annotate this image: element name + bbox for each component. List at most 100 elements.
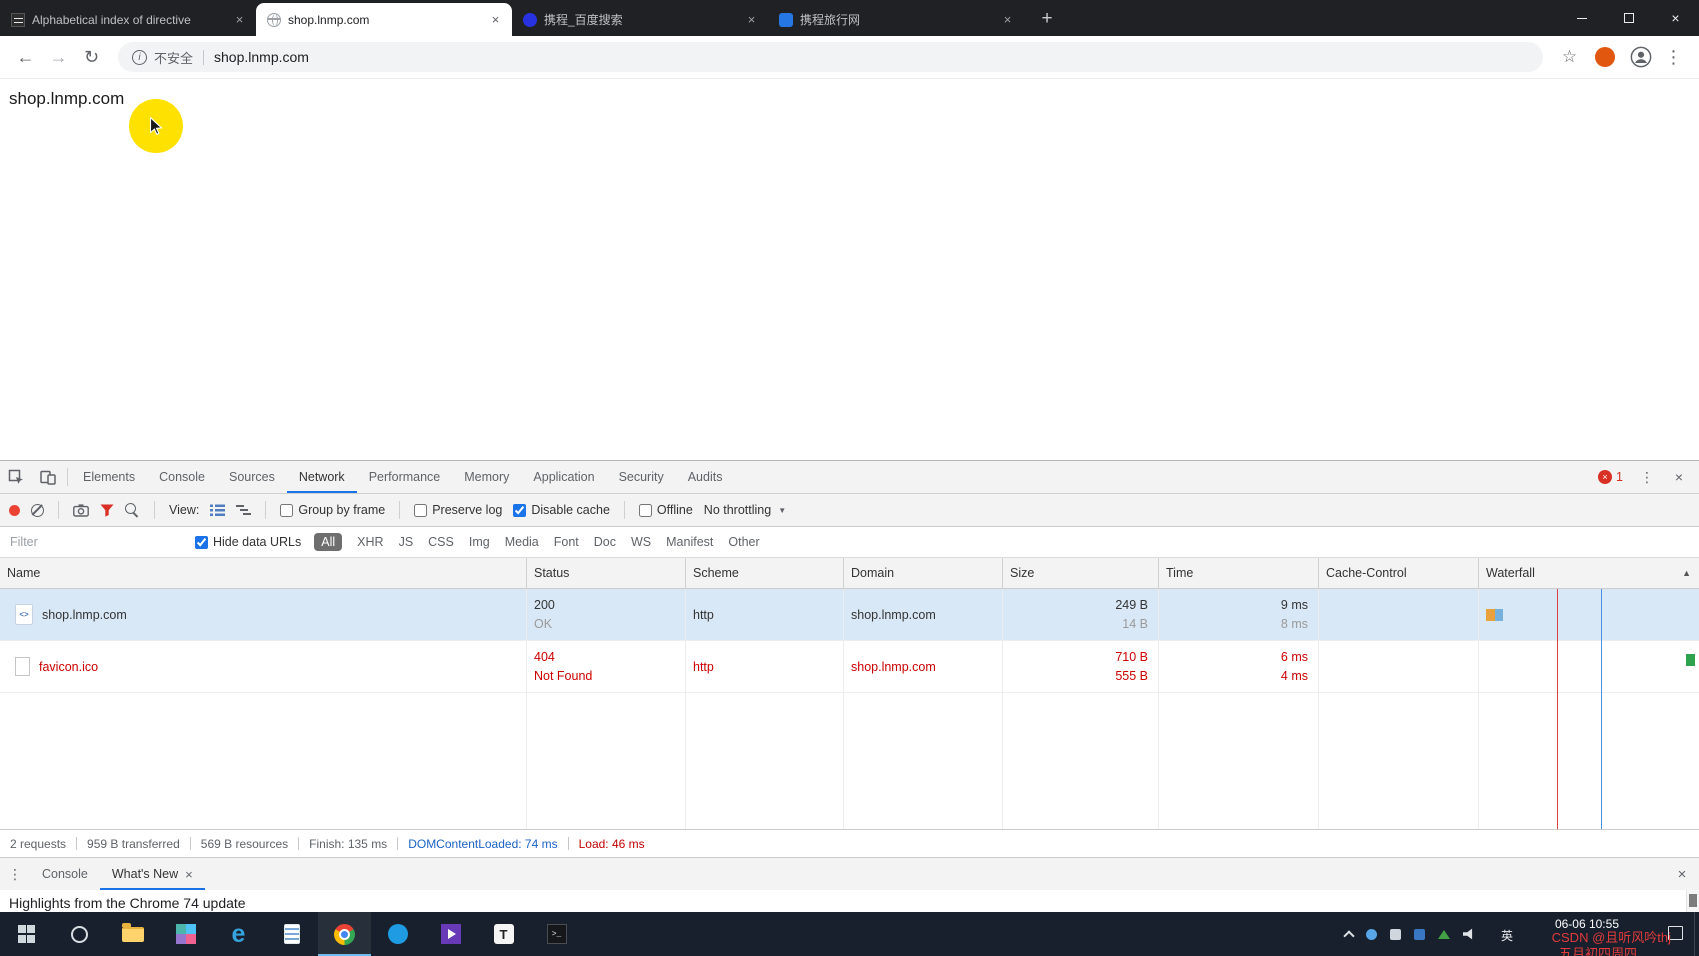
filter-type-doc[interactable]: Doc [594,535,616,549]
filter-type-media[interactable]: Media [505,535,539,549]
drawer-tab-console[interactable]: Console [30,858,100,890]
browser-tab-3[interactable]: 携程_百度搜索 × [512,3,768,36]
column-header-status[interactable]: Status [527,558,686,588]
preserve-log-option[interactable]: Preserve log [414,503,502,517]
inspect-element-icon[interactable] [0,461,32,493]
tray-upload-icon[interactable] [1438,930,1450,939]
tray-app-icon[interactable] [1366,929,1377,940]
tab-close-icon[interactable]: × [743,11,760,28]
browser-tab-4[interactable]: 携程旅行网 × [768,3,1024,36]
column-header-waterfall[interactable]: Waterfall ▲ [1479,558,1699,588]
screenshot-capture-icon[interactable] [73,504,89,517]
cortana-search-button[interactable] [53,912,106,956]
devtools-tab-audits[interactable]: Audits [676,461,735,493]
devtools-tab-performance[interactable]: Performance [357,461,453,493]
column-header-size[interactable]: Size [1003,558,1159,588]
forward-button[interactable]: → [42,41,75,74]
reload-button[interactable]: ↻ [75,41,108,74]
app-photos-button[interactable] [159,912,212,956]
column-header-name[interactable]: Name [0,558,527,588]
filter-type-img[interactable]: Img [469,535,490,549]
devtools-tab-elements[interactable]: Elements [71,461,147,493]
address-bar[interactable]: i 不安全 shop.lnmp.com [118,42,1543,72]
devtools-tab-application[interactable]: Application [521,461,606,493]
device-toolbar-icon[interactable] [32,461,64,493]
filter-type-font[interactable]: Font [554,535,579,549]
whats-new-close-icon[interactable]: × [185,867,193,882]
drawer-close-icon[interactable]: × [1665,858,1699,890]
filter-type-css[interactable]: CSS [428,535,454,549]
app-docs-button[interactable] [265,912,318,956]
filter-type-other[interactable]: Other [728,535,759,549]
throttling-select[interactable]: No throttling ▼ [704,503,786,517]
filter-type-all[interactable]: All [314,533,342,551]
window-minimize-button[interactable] [1558,0,1605,36]
file-explorer-button[interactable] [106,912,159,956]
extension-avatar-icon[interactable] [1595,47,1615,67]
filter-input[interactable] [0,535,182,549]
tray-app-icon[interactable] [1414,929,1425,940]
window-close-button[interactable]: × [1652,0,1699,36]
disable-cache-option[interactable]: Disable cache [513,503,610,517]
scrollbar[interactable] [1686,890,1699,912]
bookmark-star-icon[interactable]: ☆ [1553,41,1586,74]
drawer-menu-icon[interactable]: ⋮ [0,858,30,890]
new-tab-button[interactable]: + [1033,5,1061,33]
error-badge[interactable]: × 1 [1598,470,1623,484]
offline-checkbox[interactable] [639,504,652,517]
column-header-domain[interactable]: Domain [844,558,1003,588]
tray-expand-icon[interactable] [1343,930,1354,941]
preserve-log-checkbox[interactable] [414,504,427,517]
group-by-frame-option[interactable]: Group by frame [280,503,385,517]
start-button[interactable] [0,912,53,956]
tab-close-icon[interactable]: × [999,11,1016,28]
window-maximize-button[interactable] [1605,0,1652,36]
clear-button[interactable] [31,504,44,517]
column-header-cache-control[interactable]: Cache-Control [1319,558,1479,588]
app-edge-beta-button[interactable] [371,912,424,956]
devtools-tab-security[interactable]: Security [607,461,676,493]
filter-type-manifest[interactable]: Manifest [666,535,713,549]
network-request-row[interactable]: <> shop.lnmp.com 200 OK http shop.lnmp.c… [0,589,1699,641]
back-button[interactable]: ← [9,41,42,74]
profile-icon[interactable] [1624,41,1657,74]
devtools-tab-sources[interactable]: Sources [217,461,287,493]
column-header-scheme[interactable]: Scheme [686,558,844,588]
app-chrome-button[interactable] [318,912,371,956]
browser-tab-2-active[interactable]: shop.lnmp.com × [256,3,512,36]
hide-data-urls-checkbox[interactable] [195,536,208,549]
overview-toggle-icon[interactable] [236,504,251,516]
large-rows-toggle-icon[interactable] [210,504,225,517]
app-edge-button[interactable]: e [212,912,265,956]
filter-icon[interactable] [100,504,114,517]
group-by-frame-checkbox[interactable] [280,504,293,517]
tab-close-icon[interactable]: × [487,11,504,28]
network-request-row[interactable]: favicon.ico 404 Not Found http shop.lnmp… [0,641,1699,693]
devtools-tab-network[interactable]: Network [287,461,357,493]
browser-menu-icon[interactable]: ⋮ [1657,41,1690,74]
volume-icon[interactable] [1463,928,1477,940]
filter-type-ws[interactable]: WS [631,535,651,549]
column-header-time[interactable]: Time [1159,558,1319,588]
record-button[interactable] [9,505,20,516]
hide-data-urls-option[interactable]: Hide data URLs [195,535,301,549]
filter-type-xhr[interactable]: XHR [357,535,383,549]
input-language-indicator[interactable]: 英 [1501,927,1513,944]
devtools-tab-memory[interactable]: Memory [452,461,521,493]
browser-tab-1[interactable]: Alphabetical index of directive × [0,3,256,36]
app-terminal-button[interactable]: >_ [530,912,583,956]
app-typora-button[interactable]: T [477,912,530,956]
app-media-button[interactable] [424,912,477,956]
filter-type-js[interactable]: JS [399,535,414,549]
tab-close-icon[interactable]: × [231,11,248,28]
show-desktop-button[interactable] [1694,912,1699,956]
devtools-menu-icon[interactable]: ⋮ [1631,469,1663,486]
disable-cache-checkbox[interactable] [513,504,526,517]
offline-option[interactable]: Offline [639,503,693,517]
devtools-tab-console[interactable]: Console [147,461,217,493]
site-info-icon[interactable]: i [132,50,147,65]
tray-app-icon[interactable] [1390,929,1401,940]
search-icon[interactable] [125,503,140,518]
drawer-tab-whats-new[interactable]: What's New × [100,858,205,890]
devtools-close-icon[interactable]: × [1663,469,1695,485]
